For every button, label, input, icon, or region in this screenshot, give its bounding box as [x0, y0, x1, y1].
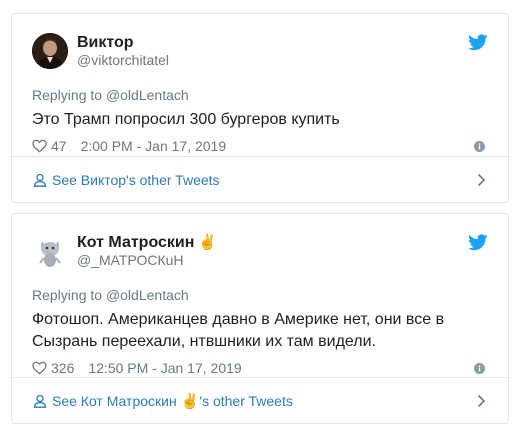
reply-mention-link[interactable]: @oldLentach — [106, 87, 189, 103]
reply-mention-link[interactable]: @oldLentach — [106, 287, 189, 303]
chevron-right-icon — [477, 173, 486, 187]
tweet-timestamp[interactable]: 12:50 PM - Jan 17, 2019 — [88, 360, 241, 376]
chevron-right-icon — [477, 394, 486, 408]
tweet-text: Это Трамп попросил 300 бургеров купить — [32, 111, 340, 128]
tweet-card: Кот Матроскин ✌ @_МАТРОСКuН Replying to @… — [11, 213, 509, 424]
see-other-tweets-label: See Виктор's other Tweets — [52, 171, 220, 188]
like-count: 47 — [51, 138, 67, 154]
reply-prefix: Replying to — [32, 287, 103, 303]
tweet-body: Кот Матроскин ✌ @_МАТРОСКuН Replying to @… — [12, 214, 508, 378]
cat-avatar-icon — [32, 233, 68, 269]
tweet-meta: 326 12:50 PM - Jan 17, 2019 — [32, 358, 488, 378]
display-name-text: Кот Матроскин — [77, 234, 195, 251]
victory-hand-emoji: ✌ — [198, 234, 218, 251]
tweet-body: Виктор @viktorchitatel Replying to @oldL… — [12, 14, 508, 156]
display-name[interactable]: Кот Матроскин ✌ — [77, 233, 217, 252]
tweet-meta: 47 2:00 PM - Jan 17, 2019 — [32, 136, 488, 156]
person-avatar-icon — [32, 33, 68, 69]
display-name[interactable]: Виктор — [77, 33, 169, 52]
user-icon — [33, 173, 47, 187]
reply-context: Replying to @oldLentach — [32, 87, 488, 103]
see-other-tweets-suffix: 's other Tweets — [199, 392, 293, 409]
victory-hand-emoji: ✌ — [180, 392, 200, 410]
see-other-tweets-prefix: See Кот Матроскин — [52, 392, 177, 409]
reply-prefix: Replying to — [32, 87, 103, 103]
reply-context: Replying to @oldLentach — [32, 287, 488, 303]
avatar[interactable] — [32, 233, 68, 269]
screen-name[interactable]: @viktorchitatel — [77, 52, 169, 69]
info-icon[interactable] — [474, 362, 485, 374]
screen-name[interactable]: @_МАТРОСКuН — [77, 252, 217, 269]
tweet-header: Кот Матроскин ✌ @_МАТРОСКuН — [32, 231, 488, 271]
tweet-author: Виктор @viktorchitatel — [77, 33, 169, 69]
tweet-author: Кот Матроскин ✌ @_МАТРОСКuН — [77, 233, 217, 269]
heart-icon[interactable] — [32, 139, 47, 153]
heart-icon[interactable] — [32, 361, 47, 375]
avatar[interactable] — [32, 33, 68, 69]
tweet-header: Виктор @viktorchitatel — [32, 31, 488, 71]
info-icon[interactable] — [474, 140, 485, 152]
tweet-card: Виктор @viktorchitatel Replying to @oldL… — [11, 13, 509, 203]
tweet-timestamp[interactable]: 2:00 PM - Jan 17, 2019 — [81, 138, 227, 154]
see-other-tweets-link[interactable]: See Кот Матроскин ✌ 's other Tweets — [12, 377, 508, 423]
see-other-tweets-link[interactable]: See Виктор's other Tweets — [12, 156, 508, 202]
user-icon — [33, 394, 47, 408]
twitter-bird-icon[interactable] — [468, 234, 488, 251]
like-count: 326 — [51, 360, 75, 376]
tweet-text: Фотошоп. Американцев давно в Америке нет… — [32, 311, 445, 350]
twitter-bird-icon[interactable] — [468, 34, 488, 51]
